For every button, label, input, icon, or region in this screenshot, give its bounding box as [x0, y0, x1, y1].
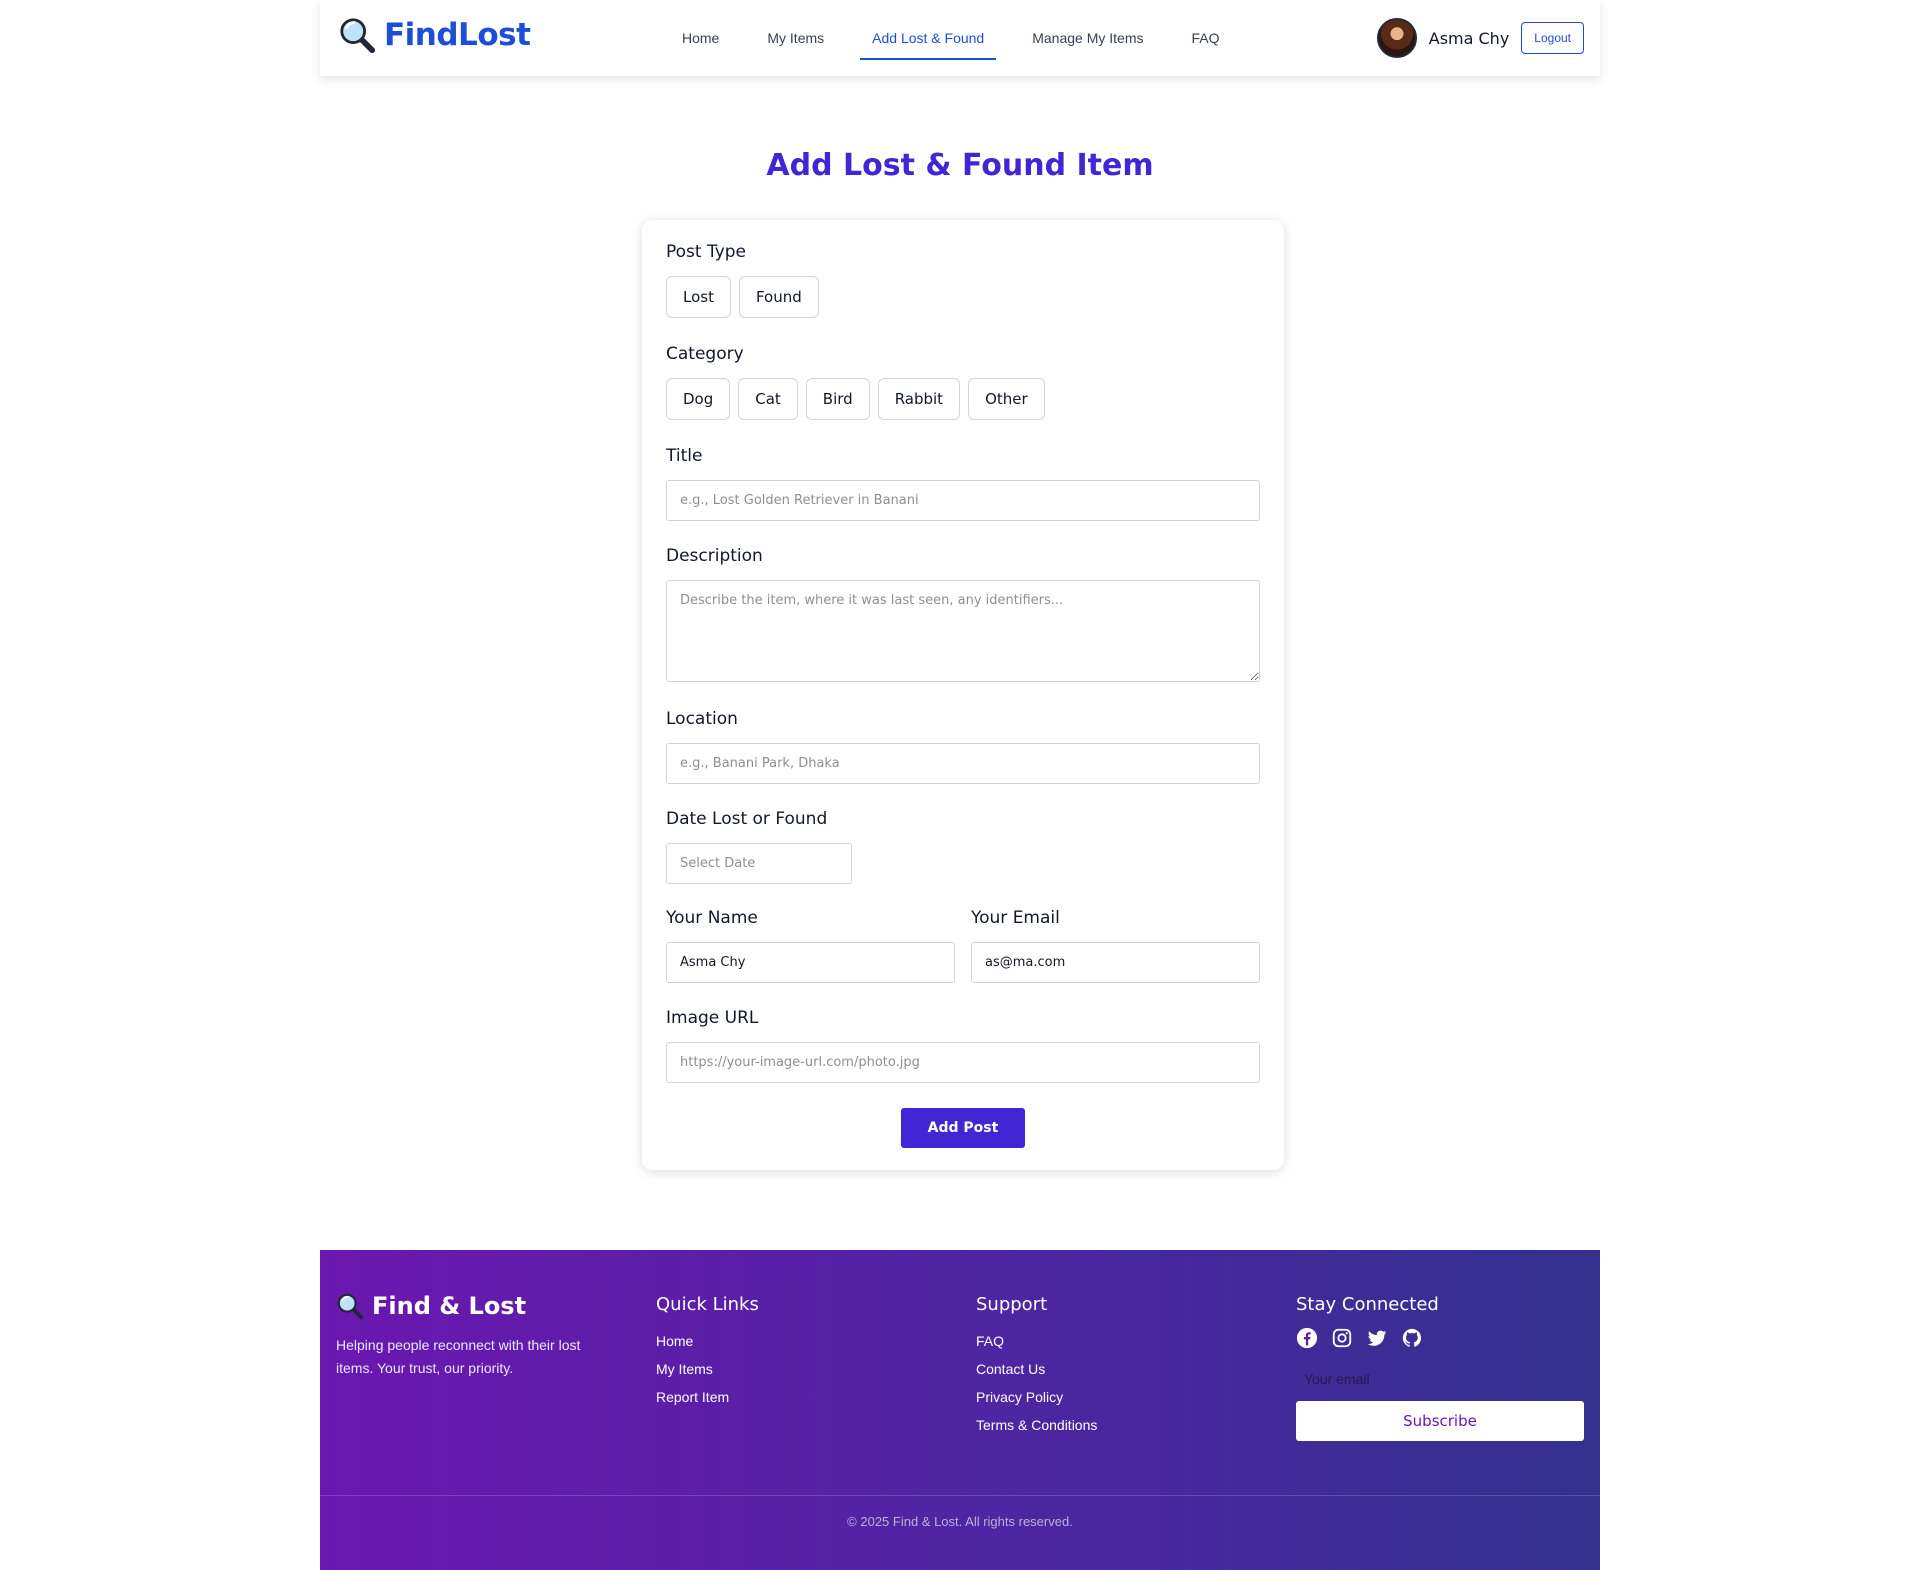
title-label: Title	[666, 446, 703, 466]
twitter-icon[interactable]	[1366, 1327, 1388, 1349]
user-name: Asma Chy	[1428, 28, 1510, 48]
category-label: Category	[666, 344, 744, 364]
user-area: Asma Chy Logout	[1376, 18, 1584, 58]
category-bird-button[interactable]: Bird	[805, 378, 870, 420]
brand-logo[interactable]: FindLost	[338, 16, 531, 54]
avatar[interactable]	[1376, 18, 1417, 58]
date-label: Date Lost or Found	[666, 809, 828, 829]
footer-link-contact-us[interactable]: Contact Us	[976, 1355, 1097, 1383]
subscribe-button[interactable]: Subscribe	[1296, 1401, 1584, 1441]
stay-connected-heading: Stay Connected	[1296, 1294, 1439, 1315]
post-type-lost-button[interactable]: Lost	[666, 276, 731, 318]
image-url-label: Image URL	[666, 1008, 759, 1028]
footer-stay-connected: Stay Connected Subscribe	[1296, 1294, 1584, 1441]
category-other-button[interactable]: Other	[968, 378, 1045, 420]
footer-link-my-items[interactable]: My Items	[656, 1355, 759, 1383]
footer-divider	[320, 1495, 1600, 1496]
newsletter-email-input[interactable]	[1296, 1363, 1584, 1395]
nav-link-home[interactable]: Home	[670, 20, 731, 56]
location-label: Location	[666, 709, 738, 729]
your-email-label: Your Email	[971, 908, 1060, 928]
your-email-input[interactable]	[971, 942, 1260, 983]
category-cat-button[interactable]: Cat	[738, 378, 798, 420]
page-title: Add Lost & Found Item	[766, 148, 1154, 183]
main-nav: Home My Items Add Lost & Found Manage My…	[670, 0, 1256, 76]
footer-brand: Find & Lost	[336, 1292, 526, 1320]
add-item-form: Post Type Lost Found Category Dog Cat Bi…	[642, 220, 1284, 1170]
brand-name: FindLost	[384, 17, 531, 53]
footer-link-faq[interactable]: FAQ	[976, 1327, 1097, 1355]
logout-button[interactable]: Logout	[1521, 22, 1584, 54]
post-type-found-button[interactable]: Found	[738, 276, 819, 318]
nav-link-my-items[interactable]: My Items	[755, 20, 836, 56]
category-dog-button[interactable]: Dog	[666, 378, 731, 420]
site-footer: Find & Lost Helping people reconnect wit…	[320, 1250, 1600, 1570]
category-options: Dog Cat Bird Rabbit Other	[666, 378, 1045, 420]
footer-link-terms-conditions[interactable]: Terms & Conditions	[976, 1411, 1097, 1439]
footer-support: Support FAQ Contact Us Privacy Policy Te…	[976, 1294, 1097, 1439]
footer-link-privacy-policy[interactable]: Privacy Policy	[976, 1383, 1097, 1411]
image-url-input[interactable]	[666, 1042, 1260, 1083]
footer-link-home[interactable]: Home	[656, 1327, 759, 1355]
your-name-label: Your Name	[666, 908, 758, 928]
facebook-icon[interactable]	[1296, 1327, 1318, 1349]
instagram-icon[interactable]	[1331, 1327, 1353, 1349]
description-textarea[interactable]	[666, 580, 1260, 682]
post-type-label: Post Type	[666, 242, 747, 262]
footer-brand-name: Find & Lost	[372, 1292, 527, 1320]
nav-link-faq[interactable]: FAQ	[1179, 20, 1231, 56]
description-label: Description	[666, 546, 763, 566]
category-rabbit-button[interactable]: Rabbit	[877, 378, 961, 420]
social-links	[1296, 1327, 1584, 1349]
post-type-options: Lost Found	[666, 276, 819, 318]
quick-links-heading: Quick Links	[656, 1294, 759, 1315]
support-heading: Support	[976, 1294, 1048, 1315]
copyright-text: © 2025 Find & Lost. All rights reserved.	[847, 1514, 1073, 1529]
github-icon[interactable]	[1401, 1327, 1423, 1349]
footer-link-report-item[interactable]: Report Item	[656, 1383, 759, 1411]
nav-link-manage-my-items[interactable]: Manage My Items	[1020, 20, 1155, 56]
title-input[interactable]	[666, 480, 1260, 521]
add-post-button[interactable]: Add Post	[901, 1108, 1025, 1148]
footer-tagline: Helping people reconnect with their lost…	[336, 1337, 581, 1376]
location-input[interactable]	[666, 743, 1260, 784]
magnifier-icon	[340, 18, 376, 54]
your-name-input[interactable]	[666, 942, 955, 983]
magnifier-icon	[337, 1293, 364, 1320]
top-navbar: FindLost Home My Items Add Lost & Found …	[320, 0, 1600, 76]
nav-link-add-lost-found[interactable]: Add Lost & Found	[860, 20, 997, 60]
footer-quick-links: Quick Links Home My Items Report Item	[656, 1294, 759, 1411]
date-picker-input[interactable]	[666, 843, 852, 884]
